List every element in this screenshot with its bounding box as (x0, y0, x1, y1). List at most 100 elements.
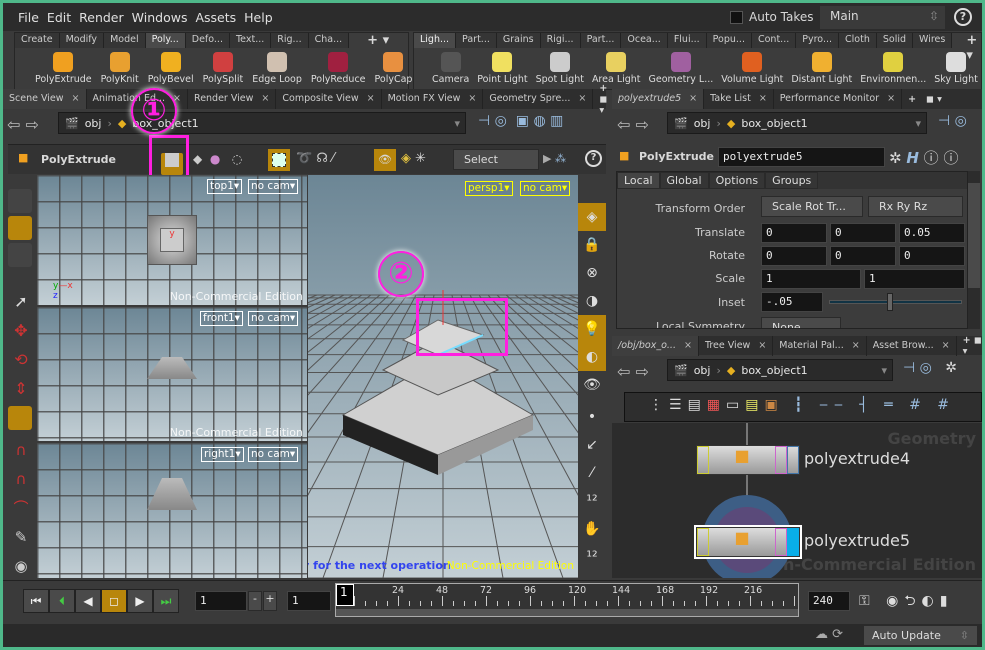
shelf-tab[interactable]: Defo... (185, 33, 230, 48)
tab-material-palette[interactable]: Material Pal... × (773, 335, 867, 356)
shelf-tab[interactable]: Modify (59, 33, 105, 48)
shelf-tool-point-light[interactable]: Point Light (477, 52, 528, 85)
path-bar[interactable]: 🎬 obj › ◆ box_object1 ▾ (58, 112, 466, 134)
rotate-y[interactable]: 0 (830, 246, 896, 266)
step-back-key-icon[interactable]: ⏴ (49, 589, 75, 613)
close-icon[interactable]: × (684, 336, 692, 356)
view-menu-front[interactable]: front1▾ (200, 311, 243, 326)
view-menu-right[interactable]: right1▾ (201, 447, 244, 462)
shelf-tab[interactable]: Solid (876, 33, 914, 48)
close-icon[interactable]: × (578, 89, 586, 109)
shelf-tab[interactable]: Part... (580, 33, 622, 48)
network-canvas[interactable]: Geometry Non-Commercial Edition ■ polyex… (612, 423, 982, 578)
rotate-order-dropdown[interactable]: Rx Ry Rz (868, 196, 963, 217)
shelf-tool-edge-loop[interactable]: Edge Loop (252, 52, 302, 85)
palette-icon[interactable]: ▦ (707, 397, 726, 413)
shelf-tab[interactable]: Model (104, 33, 146, 48)
camera-menu[interactable]: no cam▾ (248, 311, 299, 326)
shelf-tool-geometry-l-[interactable]: Geometry L... (649, 52, 713, 85)
shelf-tab[interactable]: Wires (913, 33, 953, 48)
tab-render-view[interactable]: Render View × (188, 89, 277, 109)
lock-icon[interactable]: 🔒 (578, 231, 606, 259)
tab-network[interactable]: /obj/box_o... × (612, 335, 699, 356)
add-shelf-icon[interactable]: + ▾ (367, 33, 389, 48)
close-icon[interactable]: × (468, 89, 476, 109)
pin-and-link-icons[interactable]: ⊣ ◎ ✲ (903, 360, 957, 376)
jump-end-icon[interactable]: ⏭ (153, 589, 179, 613)
point-display-icons[interactable]: •↙⁄¹²✋¹²⌐ (578, 403, 606, 599)
rotate-x[interactable]: 0 (761, 246, 827, 266)
tab-geometry-spreadsheet[interactable]: Geometry Spre... × (483, 89, 594, 109)
close-icon[interactable]: × (758, 336, 766, 356)
tab-tree-view[interactable]: Tree View × (699, 335, 774, 356)
transform-tools[interactable]: ➚ ✥ ⟲ ⇕ (5, 287, 37, 403)
selection-mode-icons[interactable]: ◆ ● ◌ (193, 152, 242, 166)
viewport-front[interactable]: front1▾ no cam▾ Non-Commercial Edition (37, 307, 307, 441)
shelf-tool-polyreduce[interactable]: PolyReduce (311, 52, 366, 85)
jump-start-icon[interactable]: ⏮ (23, 589, 49, 613)
current-frame-field[interactable]: 1 (195, 591, 247, 611)
menu-render[interactable]: Render (79, 10, 124, 25)
path-root[interactable]: obj (85, 117, 102, 130)
path-root[interactable]: obj (694, 117, 711, 130)
menu-file[interactable]: File (18, 10, 39, 25)
tab-composite-view[interactable]: Composite View × (276, 89, 382, 109)
frame-increment-button[interactable]: + (263, 591, 277, 611)
shelf-tab[interactable]: Cont... (751, 33, 797, 48)
node-polyextrude4[interactable]: ■ (696, 445, 800, 475)
shelf-tab[interactable]: Create (15, 33, 60, 48)
layout-icons[interactable]: ┇ ‒‒ ┤ ═ # # (794, 397, 955, 413)
path-node[interactable]: box_object1 (741, 117, 807, 130)
menu-assets[interactable]: Assets (195, 10, 236, 25)
handle-tool-icon[interactable] (8, 406, 32, 430)
back-forward-icons[interactable]: ⇦ ⇨ (7, 115, 39, 134)
path-root[interactable]: obj (694, 364, 711, 377)
subtab-groups[interactable]: Groups (765, 172, 819, 189)
menu-windows[interactable]: Windows (132, 10, 188, 25)
add-tab-icon[interactable]: + ◼ ▾ (963, 335, 982, 357)
help-icon[interactable]: ? (585, 150, 602, 167)
close-icon[interactable]: × (261, 89, 269, 109)
display-grid-icon[interactable]: ◈ (578, 203, 606, 231)
shelf-tool-polysplit[interactable]: PolySplit (203, 52, 243, 85)
frame-decrement-button[interactable]: - (248, 591, 262, 611)
shelf-tool-polybevel[interactable]: PolyBevel (148, 52, 194, 85)
light-icon[interactable]: 💡 (578, 315, 606, 343)
timeline-ruler[interactable]: 1 24 48 72 96 120 144 168 192 216 (335, 583, 799, 617)
shading-icon[interactable]: ◑ (578, 287, 606, 315)
tab-scene-view[interactable]: Scene View × (3, 89, 87, 109)
timeline-range-bar[interactable] (336, 609, 798, 616)
tree-icon[interactable]: ⋮ (649, 397, 669, 413)
select-visible-button[interactable]: 👁 (374, 149, 396, 171)
sticky-note-icon[interactable]: ▤ (745, 397, 764, 413)
rotate-z[interactable]: 0 (899, 246, 965, 266)
shelf-tool-area-light[interactable]: Area Light (592, 52, 641, 85)
play-arrow-icon[interactable]: ▶ ⁂ (543, 152, 566, 165)
close-icon[interactable]: × (942, 336, 950, 356)
shelf-tab[interactable]: Cloth (839, 33, 877, 48)
auto-takes-checkbox[interactable] (730, 11, 743, 24)
pin-and-link-icons[interactable]: ⊣ ◎ (938, 113, 967, 129)
param-scrollbar[interactable] (968, 171, 980, 329)
menu-help[interactable]: Help (244, 10, 273, 25)
path-bar[interactable]: 🎬 obj › ◆ box_object1 ▾ (667, 112, 927, 134)
end-frame-field[interactable]: 240 (808, 591, 850, 611)
scale-y[interactable]: 1 (864, 269, 965, 289)
menu-edit[interactable]: Edit (47, 10, 71, 25)
stop-icon[interactable]: ◻ (101, 589, 127, 613)
shelf-tab[interactable]: Popu... (706, 33, 752, 48)
close-icon[interactable]: × (852, 336, 860, 356)
shelf-tab[interactable]: Grains (496, 33, 541, 48)
shelf-tab-active[interactable]: Poly... (145, 33, 186, 48)
update-mode-dropdown[interactable]: Auto Update ⇳ (863, 625, 978, 646)
shelf-tab[interactable]: Cha... (308, 33, 350, 48)
chevron-down-icon[interactable]: ▾ (915, 117, 921, 130)
start-frame-field[interactable]: 1 (287, 591, 331, 611)
shelf-tool-camera[interactable]: Camera (432, 52, 469, 85)
list-icon[interactable]: ☰ (669, 397, 688, 413)
shelf-tab[interactable]: Rigi... (540, 33, 581, 48)
timeline-options-icons[interactable]: ⚿ ◉⮌◐▮ (859, 590, 953, 614)
shelf-tab[interactable]: Rig... (271, 33, 309, 48)
select-mode-dropdown[interactable]: Select (453, 149, 539, 170)
inset-field[interactable]: -.05 (761, 292, 823, 312)
